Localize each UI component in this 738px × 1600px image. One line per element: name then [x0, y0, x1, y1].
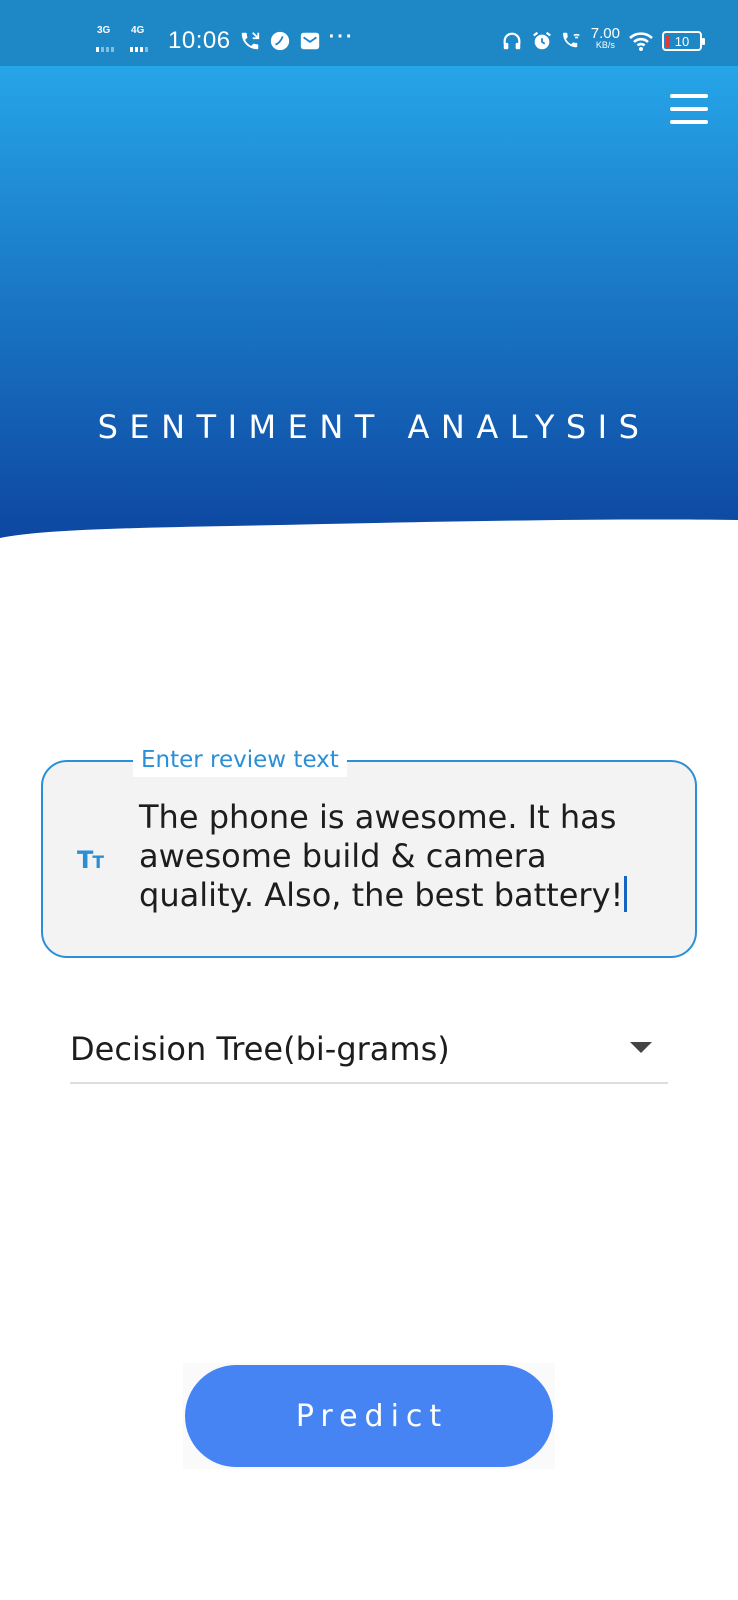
signal-4g-icon: 4G: [130, 25, 156, 55]
network-speed: 7.00 KB/s: [591, 26, 620, 50]
predict-button[interactable]: Predict: [185, 1365, 553, 1467]
predict-button-container: Predict: [183, 1363, 555, 1469]
model-selected-value: Decision Tree(bi-grams): [70, 1030, 450, 1068]
review-input[interactable]: The phone is awesome. It has awesome bui…: [139, 798, 659, 915]
review-text-field[interactable]: Enter review text TT The phone is awesom…: [41, 743, 697, 958]
leaf-icon: [269, 30, 291, 52]
text-cursor: [624, 876, 628, 912]
battery-level: 10: [674, 33, 690, 49]
clock-time: 10:06: [168, 27, 231, 54]
text-size-icon: TT: [77, 846, 104, 874]
text-icon-glyph-small: T: [92, 853, 104, 873]
wifi-icon: [628, 30, 654, 52]
status-right: 7.00 KB/s 10: [501, 24, 705, 58]
speed-value: 7.00: [590, 25, 620, 42]
signal-3g-icon: 3G: [96, 25, 122, 55]
hamburger-menu-icon[interactable]: [670, 94, 708, 124]
wifi-call-icon: [561, 30, 583, 52]
dropdown-arrow-icon[interactable]: [630, 1042, 652, 1053]
text-icon-glyph-big: T: [77, 846, 94, 874]
alarm-icon: [531, 30, 553, 52]
more-dots-icon: ···: [328, 25, 355, 48]
mail-icon: [299, 30, 321, 52]
app-screen: 3G 4G 10:06 ··· 7.00 KB/s 10 SENTIMENT A…: [0, 0, 738, 1600]
battery-icon: 10: [662, 31, 705, 51]
net2-label: 4G: [131, 25, 145, 36]
header-background: [0, 66, 738, 538]
status-left: 3G 4G 10:06 ···: [96, 22, 355, 60]
call-icon: [239, 30, 261, 52]
speed-unit: KB/s: [595, 40, 615, 50]
net1-label: 3G: [97, 25, 111, 36]
review-field-label: Enter review text: [133, 743, 347, 777]
app-header: SENTIMENT ANALYSIS: [0, 66, 738, 546]
model-select[interactable]: Decision Tree(bi-grams): [70, 1022, 668, 1084]
app-title: SENTIMENT ANALYSIS: [97, 408, 651, 446]
headphones-icon: [501, 30, 523, 52]
review-input-value: The phone is awesome. It has awesome bui…: [139, 798, 624, 914]
status-bar: 3G 4G 10:06 ··· 7.00 KB/s 10: [0, 0, 738, 66]
